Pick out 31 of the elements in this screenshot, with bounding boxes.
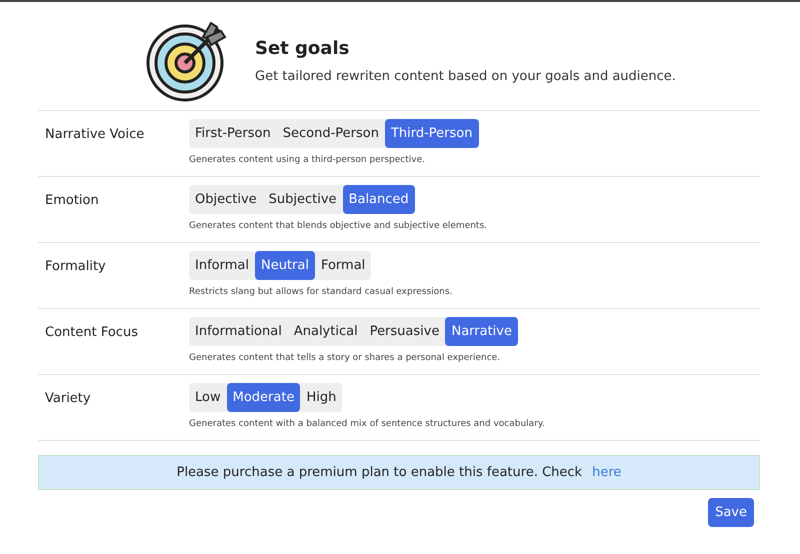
dialog-subtitle: Get tailored rewriten content based on your goals and audience. xyxy=(255,69,676,84)
setting-label: Emotion xyxy=(44,192,100,210)
notice-text: Please purchase a premium plan to enable this feature. Check xyxy=(176,465,582,480)
option-button[interactable]: Subjective xyxy=(262,185,343,214)
dialog-title: Set goals xyxy=(255,38,350,59)
setting-label: Content Focus xyxy=(44,324,139,342)
option-button[interactable]: Second-Person xyxy=(276,119,385,148)
option-button[interactable]: Informational xyxy=(189,317,288,346)
option-button[interactable]: Objective xyxy=(189,185,263,214)
option-button[interactable]: Low xyxy=(189,383,227,412)
option-button[interactable]: Moderate xyxy=(226,383,300,412)
setting-label: Variety xyxy=(44,390,92,408)
option-button[interactable]: High xyxy=(300,383,342,412)
option-description: Generates content that blends objective and subjective elements. xyxy=(189,221,488,231)
option-description: Generates content that tells a story or shares a personal experience. xyxy=(189,353,502,363)
option-button[interactable]: Formal xyxy=(314,251,372,280)
option-button[interactable]: Persuasive xyxy=(364,317,446,346)
option-button[interactable]: First-Person xyxy=(189,119,277,148)
option-button[interactable]: Third-Person xyxy=(384,119,478,148)
target-arrow-icon xyxy=(145,19,229,103)
option-button[interactable]: Analytical xyxy=(288,317,364,346)
setting-label: Formality xyxy=(44,258,107,276)
option-description: Generates content using a third-person perspective. xyxy=(189,155,426,165)
option-button[interactable]: Neutral xyxy=(254,251,315,280)
option-button[interactable]: Informal xyxy=(189,251,255,280)
option-description: Restricts slang but allows for standard casual expressions. xyxy=(189,287,452,297)
save-button[interactable]: Save xyxy=(708,498,754,527)
option-description: Generates content with a balanced mix of sentence structures and vocabulary. xyxy=(189,419,545,429)
setting-label: Narrative Voice xyxy=(44,126,146,144)
option-button[interactable]: Narrative xyxy=(445,317,518,346)
option-button[interactable]: Balanced xyxy=(342,185,415,214)
